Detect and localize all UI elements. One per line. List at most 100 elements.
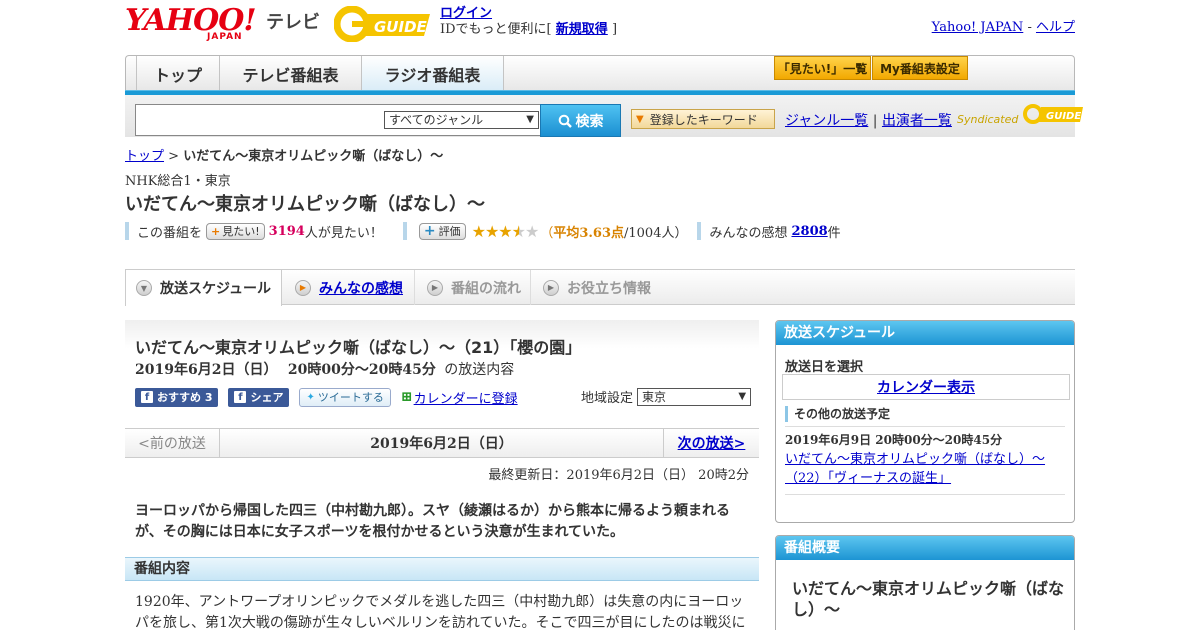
tab-flow-label: 番組の流れ xyxy=(451,280,521,297)
tab-reviews[interactable]: ▶ みんなの感想 xyxy=(283,270,415,305)
yahoo-logo-japan: JAPAN xyxy=(207,32,243,42)
prev-broadcast: <前の放送 xyxy=(125,429,220,457)
syndicated-gguide-badge: Syndicated GUIDE xyxy=(957,103,1084,126)
episode-detail: 1920年、アントワープオリンピックでメダルを逃した四三（中村勘九郎）は失意の内… xyxy=(135,594,746,630)
my-schedule-button[interactable]: My番組表設定 xyxy=(872,56,968,80)
header-links: Yahoo! JAPAN - ヘルプ xyxy=(932,16,1075,35)
calendar-register[interactable]: ⊞ カレンダーに登録 xyxy=(401,388,518,407)
page-title: いだてん～東京オリムピック噺（ばなし）～ xyxy=(125,194,485,215)
section-heading-content: 番組内容 xyxy=(125,557,759,581)
mitai-button[interactable]: + 見たい! xyxy=(206,222,265,240)
login-prompt: IDでもっと便利に[ xyxy=(440,22,552,37)
search-button[interactable]: 検索 xyxy=(540,104,621,137)
dropdown-arrow-icon: ▼ xyxy=(526,114,534,125)
review-suffix: 件 xyxy=(827,225,841,241)
review-count-link[interactable]: 2808 xyxy=(791,224,827,239)
link-separator: | xyxy=(872,113,878,129)
genre-select-value: すべてのジャンル xyxy=(389,113,484,127)
tweet-button[interactable]: ✦ ツイートする xyxy=(299,387,391,407)
nav-tab-radio-schedule[interactable]: ラジオ番組表 xyxy=(362,56,504,91)
svg-text:GUIDE: GUIDE xyxy=(1046,111,1081,122)
chevron-right-icon: ▶ xyxy=(295,279,311,296)
other-broadcast-item: いだてん～東京オリムピック噺（ばなし）～（22）「ヴィーナスの誕生」 xyxy=(785,450,1067,488)
facebook-recommend-label: おすすめ 3 xyxy=(157,391,213,404)
genre-list-link[interactable]: ジャンル一覧 xyxy=(785,113,868,129)
nav-tab-tv-schedule[interactable]: テレビ番組表 xyxy=(220,56,362,91)
login-area: ログイン IDでもっと便利に[ 新規取得 ] xyxy=(440,6,617,38)
divider xyxy=(785,426,1065,427)
breadcrumb: トップ > いだてん～東京オリムピック噺（ばなし）～ xyxy=(125,145,443,164)
plus-icon: + xyxy=(211,224,221,238)
calendar-display-button[interactable]: カレンダー表示 xyxy=(782,374,1070,400)
mitai-suffix: 人が見たい！ xyxy=(304,225,383,241)
region-setting: 地域設定 東京 ▼ xyxy=(581,387,752,406)
triangle-down-icon: ▼ xyxy=(636,113,644,125)
breadcrumb-current: いだてん～東京オリムピック噺（ばなし）～ xyxy=(183,149,444,164)
star-empty-icon: ★ xyxy=(524,221,539,241)
next-broadcast-link[interactable]: 次の放送> xyxy=(678,433,746,453)
genre-select[interactable]: すべてのジャンル ▼ xyxy=(384,111,539,129)
mitai-list-button[interactable]: 「見たい!」一覧 xyxy=(774,56,871,80)
current-broadcast-date: 2019年6月2日（日） xyxy=(370,436,513,452)
mitai-prefix: この番組を xyxy=(137,225,203,241)
tab-schedule-label: 放送スケジュール xyxy=(160,281,272,297)
mitai-count: 3194 xyxy=(268,223,305,239)
program-tabs: ▼ 放送スケジュール ▶ みんなの感想 ▶ 番組の流れ ▶ お役立ち情報 xyxy=(125,269,1075,306)
help-link[interactable]: ヘルプ xyxy=(1036,20,1075,35)
search-button-label: 検索 xyxy=(575,113,604,130)
registered-keyword-button[interactable]: ▼ 登録したキーワード xyxy=(631,109,775,129)
episode-airtime: 2019年6月2日（日） 20時00分～20時45分 の放送内容 xyxy=(135,359,514,379)
star-icon: ★ xyxy=(498,221,512,241)
nav-tab-top[interactable]: トップ xyxy=(136,56,220,91)
tab-reviews-link[interactable]: みんなの感想 xyxy=(319,278,403,298)
yahoo-japan-logo[interactable]: YAHOO! JAPAN xyxy=(125,6,262,43)
facebook-icon: f xyxy=(141,391,153,403)
review-prefix: みんなの感想 xyxy=(709,225,788,241)
episode-summary: ヨーロッパから帰国した四三（中村勘九郎）。スヤ（綾瀬はるか）から熊本に帰るよう頼… xyxy=(135,503,730,540)
tab-schedule[interactable]: ▼ 放送スケジュール xyxy=(125,269,282,306)
calendar-display-link[interactable]: カレンダー表示 xyxy=(877,377,975,397)
signup-link[interactable]: 新規取得 xyxy=(556,22,608,37)
facebook-share-button[interactable]: f シェア xyxy=(228,387,290,407)
schedule-panel-heading: 放送スケジュール xyxy=(776,321,1074,345)
gguide-logo: GUIDE xyxy=(333,5,432,43)
calendar-register-link[interactable]: カレンダーに登録 xyxy=(414,388,518,407)
svg-text:GUIDE: GUIDE xyxy=(374,18,428,36)
select-date-label: 放送日を選択 xyxy=(785,360,864,375)
star-half-icon: ★ xyxy=(511,221,526,241)
main-nav: トップ テレビ番組表 ラジオ番組表 「見たい!」一覧 My番組表設定 xyxy=(125,55,1075,91)
syndicated-label: Syndicated xyxy=(957,113,1019,126)
chevron-right-icon: ▶ xyxy=(427,279,443,296)
search-links: ジャンル一覧 | 出演者一覧 xyxy=(785,110,952,130)
login-prompt-close: ] xyxy=(611,22,618,37)
tv-label: テレビ xyxy=(266,12,320,33)
chevron-right-icon: ▶ xyxy=(543,279,559,296)
next-broadcast-cell: 次の放送> xyxy=(663,429,759,457)
calendar-add-icon: ⊞ xyxy=(400,389,413,405)
episode-date: 2019年6月2日（日） xyxy=(135,362,278,378)
schedule-panel: 放送スケジュール 放送日を選択 カレンダー表示 その他の放送予定 2019年6月… xyxy=(775,320,1075,523)
overview-title: いだてん～東京オリムピック噺（ばなし）～ xyxy=(792,579,1065,619)
login-link[interactable]: ログイン xyxy=(440,6,492,21)
rate-button[interactable]: + 評価 xyxy=(418,222,466,240)
breadcrumb-top-link[interactable]: トップ xyxy=(125,149,164,164)
rate-button-label: 評価 xyxy=(438,225,461,238)
broadcast-date-nav: <前の放送 2019年6月2日（日） 次の放送> xyxy=(125,428,759,458)
region-select[interactable]: 東京 ▼ xyxy=(637,387,752,406)
overview-panel: 番組概要 いだてん～東京オリムピック噺（ばなし）～ xyxy=(775,535,1075,630)
yahoo-japan-link[interactable]: Yahoo! JAPAN xyxy=(932,20,1024,35)
last-updated: 最終更新日：2019年6月2日（日） 20時2分 xyxy=(488,468,749,483)
facebook-recommend-button[interactable]: f おすすめ 3 xyxy=(135,387,219,407)
performer-list-link[interactable]: 出演者一覧 xyxy=(882,113,952,129)
tab-info: ▶ お役立ち情報 xyxy=(531,270,661,305)
region-select-value: 東京 xyxy=(642,389,667,404)
share-row: f おすすめ 3 f シェア ✦ ツイートする ⊞ カレンダーに登録 xyxy=(135,387,518,407)
tab-flow: ▶ 番組の流れ xyxy=(415,270,531,305)
rating-open-paren: （ xyxy=(540,225,554,241)
header-separator: - xyxy=(1027,20,1032,35)
mitai-button-label: 見たい! xyxy=(222,225,260,238)
dropdown-arrow-icon: ▼ xyxy=(738,390,747,402)
tab-info-label: お役立ち情報 xyxy=(567,280,651,297)
stat-divider xyxy=(125,222,129,240)
other-broadcast-link[interactable]: いだてん～東京オリムピック噺（ばなし）～（22）「ヴィーナスの誕生」 xyxy=(785,452,1045,486)
